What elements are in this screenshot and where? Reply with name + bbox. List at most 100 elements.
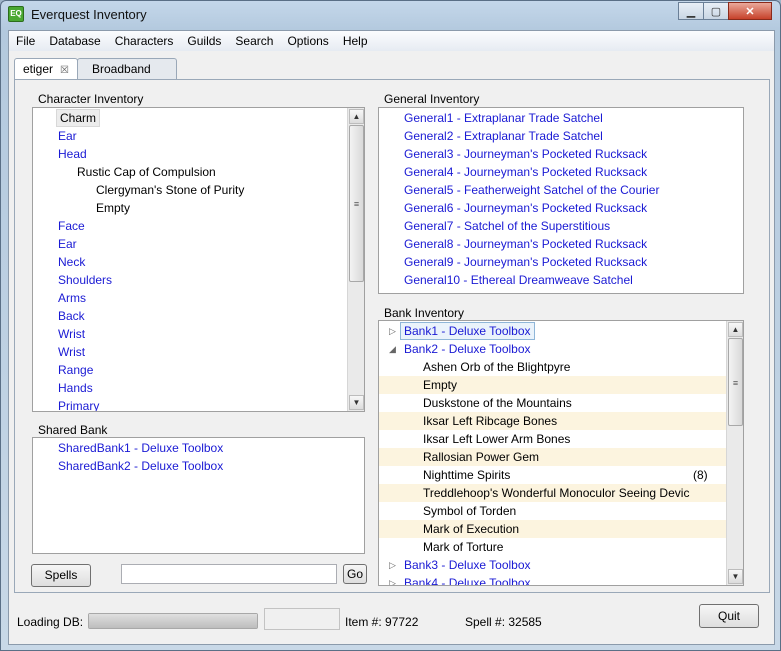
expand-arrow-icon[interactable]: ▷ (389, 322, 396, 340)
close-button[interactable]: ✕ (728, 2, 772, 20)
shared-bank-item[interactable]: SharedBank2 - Deluxe Toolbox (58, 457, 223, 475)
character-slot-item[interactable]: Clergyman's Stone of Purity (96, 181, 244, 199)
character-slot-item[interactable]: Ear (58, 127, 77, 145)
bank-item-row[interactable]: Ashen Orb of the Blightpyre (379, 358, 727, 376)
bank-row-label: Bank1 - Deluxe Toolbox (400, 322, 535, 340)
general-inventory-list[interactable]: General1 - Extraplanar Trade Satchel Gene… (378, 107, 744, 294)
bank-inventory-title: Bank Inventory (384, 306, 465, 320)
bank-row-label: Duskstone of the Mountains (423, 396, 572, 410)
menu-search[interactable]: Search (228, 34, 280, 48)
general-inventory-item[interactable]: General10 - Ethereal Dreamweave Satchel (404, 271, 633, 289)
bank-item-row[interactable]: Mark of Execution (379, 520, 727, 538)
general-inventory-item[interactable]: General5 - Featherweight Satchel of the … (404, 181, 659, 199)
character-slot-item[interactable]: Range (58, 361, 93, 379)
go-button[interactable]: Go (343, 564, 367, 584)
bank-item-row[interactable]: Mark of Torture (379, 538, 727, 556)
bank-row-label: Iksar Left Ribcage Bones (423, 414, 558, 428)
client-area: File Database Characters Guilds Search O… (8, 30, 775, 645)
bank-row-label: Bank2 - Deluxe Toolbox (404, 342, 531, 356)
menu-file[interactable]: File (9, 34, 42, 48)
menu-help[interactable]: Help (336, 34, 375, 48)
bank-row-label: Iksar Left Lower Arm Bones (423, 432, 571, 446)
menu-characters[interactable]: Characters (108, 34, 181, 48)
bank-inventory-tree[interactable]: ▷ Bank1 - Deluxe Toolbox ◢ Bank2 - Deluxe T… (378, 320, 744, 586)
collapse-arrow-icon[interactable]: ◢ (389, 340, 396, 358)
tab-etiger[interactable]: etiger ☒ (14, 58, 78, 81)
tab-broadband[interactable]: Broadband (77, 58, 177, 80)
bank-row-label: Empty (423, 378, 458, 392)
scroll-thumb[interactable]: ≡ (349, 125, 364, 282)
character-inventory-scrollbar[interactable]: ▲ ≡ ▼ (347, 108, 364, 411)
maximize-button[interactable]: ▢ (703, 2, 729, 20)
menu-options[interactable]: Options (280, 34, 335, 48)
bank-row-label: Symbol of Torden (423, 504, 517, 518)
general-inventory-item[interactable]: General8 - Journeyman's Pocketed Rucksac… (404, 235, 647, 253)
menu-bar: File Database Characters Guilds Search O… (9, 31, 774, 51)
general-inventory-item[interactable]: General6 - Journeyman's Pocketed Rucksac… (404, 199, 647, 217)
app-window: EQ Everquest Inventory ▁ ▢ ✕ File Databa… (0, 0, 781, 651)
character-slot-item[interactable]: Rustic Cap of Compulsion (77, 163, 216, 181)
progress-fill (89, 614, 257, 628)
character-slot-item[interactable]: Ear (58, 235, 77, 253)
character-slot-item[interactable]: Face (58, 217, 85, 235)
bank-bag-row[interactable]: ▷ Bank3 - Deluxe Toolbox (379, 556, 727, 574)
general-inventory-item[interactable]: General7 - Satchel of the Superstitious (404, 217, 610, 235)
menu-guilds[interactable]: Guilds (180, 34, 228, 48)
bank-item-row[interactable]: Rallosian Power Gem (379, 448, 727, 466)
character-slot-item[interactable]: Shoulders (58, 271, 112, 289)
bank-item-row[interactable]: Iksar Left Lower Arm Bones (379, 430, 727, 448)
expand-arrow-icon[interactable]: ▷ (389, 574, 396, 585)
menu-database[interactable]: Database (42, 34, 107, 48)
general-inventory-item[interactable]: General9 - Journeyman's Pocketed Rucksac… (404, 253, 647, 271)
bank-item-row[interactable]: Iksar Left Ribcage Bones (379, 412, 727, 430)
bank-row-label: Mark of Execution (423, 522, 520, 536)
bank-row-label: Treddlehoop's Wonderful Monoculor Seeing… (423, 486, 690, 500)
shared-bank-item[interactable]: SharedBank1 - Deluxe Toolbox (58, 439, 223, 457)
spells-button[interactable]: Spells (31, 564, 91, 587)
bank-item-row[interactable]: Treddlehoop's Wonderful Monoculor Seeing… (379, 484, 727, 502)
character-slot-item[interactable]: Wrist (58, 343, 85, 361)
character-slot-item[interactable]: Empty (96, 199, 130, 217)
character-slot-item[interactable]: Arms (58, 289, 86, 307)
bank-item-row[interactable]: Nighttime Spirits (8) (379, 466, 727, 484)
bank-item-row[interactable]: Duskstone of the Mountains (379, 394, 727, 412)
loading-db-label: Loading DB: (17, 615, 84, 629)
quit-button[interactable]: Quit (699, 604, 759, 628)
bank-item-row[interactable]: Empty (379, 376, 727, 394)
general-inventory-item[interactable]: General2 - Extraplanar Trade Satchel (404, 127, 603, 145)
item-count-badge: (8) (693, 468, 708, 482)
bank-bag-row[interactable]: ▷ Bank1 - Deluxe Toolbox (379, 322, 727, 340)
status-field (264, 608, 340, 630)
character-inventory-tree[interactable]: Charm Ear Head Rustic Cap of Compulsion Cler… (32, 107, 365, 412)
tab-close-icon[interactable]: ☒ (60, 65, 69, 76)
general-inventory-item[interactable]: General4 - Journeyman's Pocketed Rucksac… (404, 163, 647, 181)
shared-bank-list[interactable]: SharedBank1 - Deluxe Toolbox SharedBank2 … (32, 437, 365, 554)
minimize-button[interactable]: ▁ (678, 2, 704, 20)
bank-row-label: Bank4 - Deluxe Toolbox (404, 576, 531, 586)
general-inventory-item[interactable]: General1 - Extraplanar Trade Satchel (404, 109, 603, 127)
expand-arrow-icon[interactable]: ▷ (389, 556, 396, 574)
bank-bag-row[interactable]: ◢ Bank2 - Deluxe Toolbox (379, 340, 727, 358)
character-slot-item[interactable]: Charm (56, 109, 101, 127)
bank-row-label: Ashen Orb of the Blightpyre (423, 360, 571, 374)
bank-bag-row[interactable]: ▷ Bank4 - Deluxe Toolbox (379, 574, 727, 586)
character-slot-item[interactable]: Neck (58, 253, 85, 271)
spell-count: Spell #: 32585 (465, 615, 542, 629)
character-slot-item[interactable]: Primary (58, 397, 99, 411)
general-inventory-item[interactable]: General3 - Journeyman's Pocketed Rucksac… (404, 145, 647, 163)
character-slot-item[interactable]: Hands (58, 379, 93, 397)
bank-item-row[interactable]: Symbol of Torden (379, 502, 727, 520)
scroll-up-icon[interactable]: ▲ (349, 109, 364, 124)
bank-inventory-scrollbar[interactable]: ▲ ≡ ▼ (726, 321, 743, 585)
spell-search-input[interactable] (121, 564, 337, 584)
scroll-thumb[interactable]: ≡ (728, 338, 743, 426)
character-slot-item[interactable]: Back (58, 307, 85, 325)
character-slot-item[interactable]: Wrist (58, 325, 85, 343)
bank-row-label: Rallosian Power Gem (423, 450, 540, 464)
character-slot-item[interactable]: Head (58, 145, 87, 163)
general-inventory-title: General Inventory (384, 92, 480, 106)
title-bar[interactable]: EQ Everquest Inventory ▁ ▢ ✕ (1, 1, 780, 30)
scroll-down-icon[interactable]: ▼ (349, 395, 364, 410)
scroll-up-icon[interactable]: ▲ (728, 322, 743, 337)
scroll-down-icon[interactable]: ▼ (728, 569, 743, 584)
